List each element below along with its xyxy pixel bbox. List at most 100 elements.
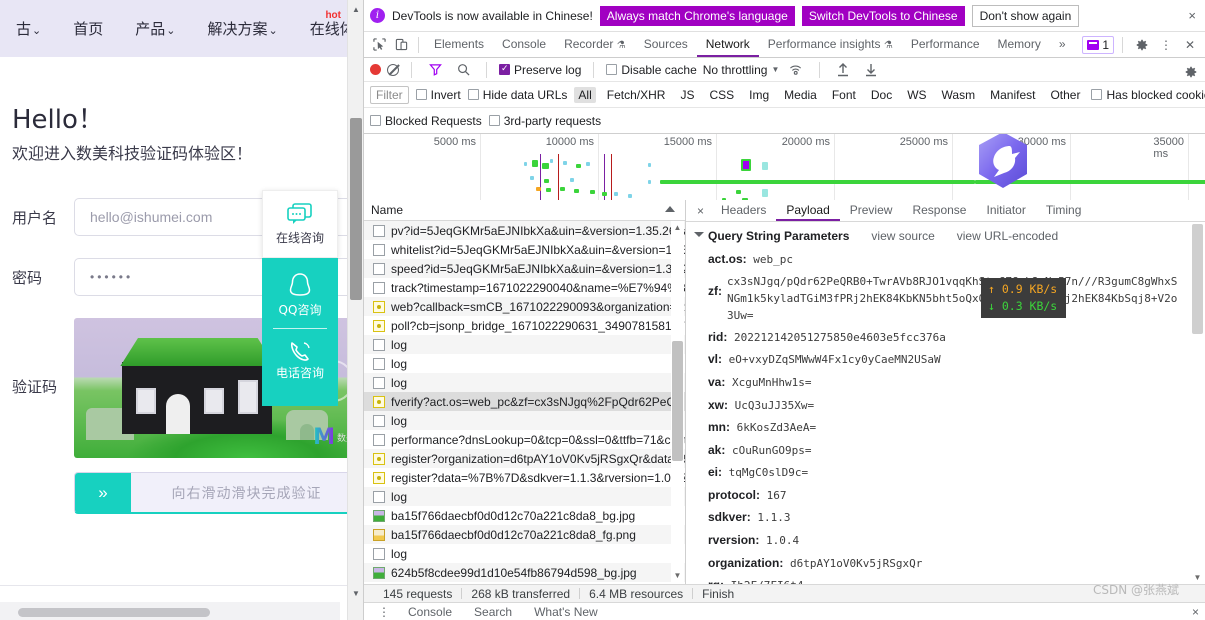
request-list-header[interactable]: Name xyxy=(364,200,685,221)
request-row[interactable]: log xyxy=(364,335,685,354)
page-vertical-scrollbar-thumb[interactable] xyxy=(350,118,362,300)
request-row[interactable]: ba15f766daecbf0d0d12c70a221c8da8_fg.png xyxy=(364,525,685,544)
nav-item-3[interactable]: 解决方案⌄ xyxy=(191,18,293,39)
slider-handle[interactable]: » xyxy=(75,472,131,513)
filter-input[interactable]: Filter xyxy=(370,85,409,104)
tab-performance[interactable]: Performance xyxy=(902,32,989,57)
detail-tab-initiator[interactable]: Initiator xyxy=(976,200,1035,221)
request-row[interactable]: pv?id=5JeqGKMr5aEJNIbkXa&uin=&version=1.… xyxy=(364,221,685,240)
drawer-more-options-icon[interactable]: ⋮ xyxy=(372,605,396,619)
filter-type-all[interactable]: All xyxy=(574,86,596,103)
page-horizontal-scrollbar-thumb[interactable] xyxy=(18,608,210,617)
tab-elements[interactable]: Elements xyxy=(425,32,493,57)
import-har-icon[interactable] xyxy=(832,60,854,80)
request-row[interactable]: register?data=%7B%7D&sdkver=1.1.3&rversi… xyxy=(364,468,685,487)
always-match-language-button[interactable]: Always match Chrome's language xyxy=(599,5,795,26)
drawer-close-icon[interactable]: × xyxy=(1192,605,1205,619)
filter-type-other[interactable]: Other xyxy=(1046,87,1084,103)
request-row[interactable]: 624b5f8cdee99d1d10e54fb86794d598_bg.jpg xyxy=(364,563,685,582)
request-row[interactable]: track?timestamp=1671022290040&name=%E7%9… xyxy=(364,278,685,297)
view-source-link[interactable]: view source xyxy=(871,229,934,243)
third-party-requests-checkbox[interactable]: 3rd-party requests xyxy=(488,114,601,128)
drawer-tab-whats-new[interactable]: What's New xyxy=(524,605,608,619)
network-conditions-icon[interactable] xyxy=(785,60,807,80)
widget-qq-label[interactable]: QQ咨询 xyxy=(279,301,322,318)
scroll-down-arrow-icon[interactable]: ▼ xyxy=(1191,573,1204,582)
record-button[interactable] xyxy=(370,64,381,75)
switch-to-chinese-button[interactable]: Switch DevTools to Chinese xyxy=(801,5,965,26)
close-detail-icon[interactable]: × xyxy=(690,204,711,218)
page-horizontal-scrollbar-track[interactable] xyxy=(0,602,340,620)
slider-track[interactable]: » 向右滑动滑块完成验证 xyxy=(74,472,363,514)
inspect-element-icon[interactable] xyxy=(368,35,390,55)
request-row[interactable]: log xyxy=(364,411,685,430)
drawer-tab-search[interactable]: Search xyxy=(464,605,522,619)
tab-network[interactable]: Network xyxy=(696,32,759,57)
filter-type-fetch-xhr[interactable]: Fetch/XHR xyxy=(603,87,670,103)
filter-funnel-icon[interactable] xyxy=(424,60,446,80)
tab-sources[interactable]: Sources xyxy=(635,32,697,57)
tabs-overflow-button[interactable]: » xyxy=(1050,32,1075,57)
request-row[interactable]: log xyxy=(364,354,685,373)
has-blocked-cookies-checkbox[interactable]: Has blocked cookies xyxy=(1091,88,1205,102)
sort-ascending-icon[interactable] xyxy=(665,206,675,212)
detail-tab-timing[interactable]: Timing xyxy=(1036,200,1092,221)
request-row[interactable]: log xyxy=(364,487,685,506)
device-toolbar-icon[interactable] xyxy=(390,35,412,55)
query-string-parameters-title[interactable]: Query String Parameters xyxy=(694,229,849,243)
request-row[interactable]: whitelist?id=5JeqGKMr5aEJNIbkXa&uin=&ver… xyxy=(364,240,685,259)
request-list-scrollbar[interactable]: ▲ ▼ xyxy=(671,221,684,584)
clear-icon[interactable] xyxy=(387,63,399,76)
nav-item-1[interactable]: 首页 xyxy=(57,18,119,39)
tab-memory[interactable]: Memory xyxy=(989,32,1050,57)
nav-item-0[interactable]: 古⌄ xyxy=(0,18,57,39)
blocked-requests-checkbox[interactable]: Blocked Requests xyxy=(370,114,482,128)
tab-recorder[interactable]: Recorder ⚗ xyxy=(555,32,635,57)
detail-tab-payload[interactable]: Payload xyxy=(776,200,840,221)
detail-tab-response[interactable]: Response xyxy=(902,200,976,221)
filter-type-manifest[interactable]: Manifest xyxy=(986,87,1039,103)
filter-type-css[interactable]: CSS xyxy=(705,87,738,103)
request-row[interactable]: web?callback=smCB_1671022290093&organiza… xyxy=(364,297,685,316)
detail-tab-headers[interactable]: Headers xyxy=(711,200,776,221)
request-row[interactable]: ba15f766daecbf0d0d12c70a221c8da8_bg.jpg xyxy=(364,506,685,525)
widget-phone-label[interactable]: 电话咨询 xyxy=(276,364,324,381)
tab-console[interactable]: Console xyxy=(493,32,555,57)
filter-type-js[interactable]: JS xyxy=(676,87,698,103)
filter-type-media[interactable]: Media xyxy=(780,87,821,103)
issues-badge[interactable]: 1 xyxy=(1082,35,1114,54)
search-icon[interactable] xyxy=(452,60,474,80)
filter-type-wasm[interactable]: Wasm xyxy=(938,87,980,103)
scroll-down-arrow-icon[interactable]: ▼ xyxy=(348,586,363,602)
request-rows[interactable]: pv?id=5JeqGKMr5aEJNIbkXa&uin=&version=1.… xyxy=(364,221,685,584)
network-settings-gear-icon[interactable] xyxy=(1180,62,1202,82)
tab-performance-insights[interactable]: Performance insights ⚗ xyxy=(759,32,902,57)
request-row[interactable]: poll?cb=jsonp_bridge_1671022290631_34907… xyxy=(364,316,685,335)
dont-show-again-button[interactable]: Don't show again xyxy=(971,4,1080,27)
request-row[interactable]: fverify?act.os=web_pc&zf=cx3sNJgq%2FpQdr… xyxy=(364,392,685,411)
filter-type-ws[interactable]: WS xyxy=(903,87,930,103)
detail-tab-preview[interactable]: Preview xyxy=(840,200,903,221)
request-row[interactable]: log xyxy=(364,544,685,563)
drawer-tab-console[interactable]: Console xyxy=(398,605,462,619)
filter-type-doc[interactable]: Doc xyxy=(867,87,896,103)
request-list-scrollbar-thumb[interactable] xyxy=(672,341,683,461)
detail-scrollbar[interactable]: ▲ ▼ xyxy=(1191,222,1204,584)
more-options-icon[interactable]: ⋮ xyxy=(1155,35,1177,55)
filter-type-font[interactable]: Font xyxy=(828,87,860,103)
preserve-log-checkbox[interactable]: Preserve log xyxy=(499,63,581,77)
request-row[interactable]: performance?dnsLookup=0&tcp=0&ssl=0&ttfb… xyxy=(364,430,685,449)
page-vertical-scrollbar[interactable]: ▲ ▼ xyxy=(347,0,363,620)
widget-online-consult[interactable]: 在线咨询 xyxy=(262,190,338,258)
hide-data-urls-checkbox[interactable]: Hide data URLs xyxy=(467,88,567,102)
scroll-up-arrow-icon[interactable]: ▲ xyxy=(348,2,363,18)
detail-scrollbar-thumb[interactable] xyxy=(1192,224,1203,334)
disable-cache-checkbox[interactable]: Disable cache xyxy=(606,63,697,77)
settings-gear-icon[interactable] xyxy=(1131,35,1153,55)
network-overview-timeline[interactable]: 5000 ms 10000 ms 15000 ms 20000 ms 25000… xyxy=(364,134,1205,206)
scroll-up-arrow-icon[interactable]: ▲ xyxy=(671,223,684,232)
nav-item-2[interactable]: 产品⌄ xyxy=(119,18,191,39)
throttling-select[interactable]: No throttling ▼ xyxy=(703,63,780,77)
scroll-down-arrow-icon[interactable]: ▼ xyxy=(671,571,684,580)
filter-type-img[interactable]: Img xyxy=(745,87,773,103)
